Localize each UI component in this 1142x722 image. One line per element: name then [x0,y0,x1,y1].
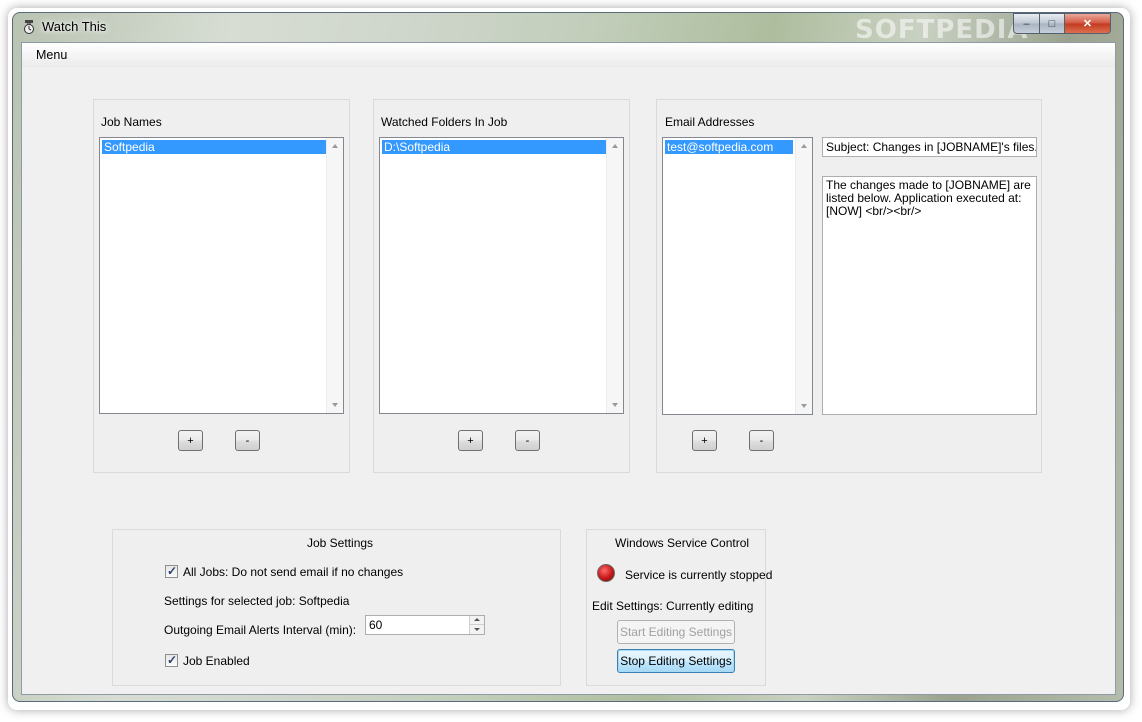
add-email-button[interactable]: + [692,430,717,451]
watched-folders-label: Watched Folders In Job [381,115,508,129]
spin-down-button[interactable] [470,626,484,634]
stop-editing-button[interactable]: Stop Editing Settings [617,649,735,673]
status-indicator-icon [597,564,615,582]
list-item[interactable]: Softpedia [102,140,326,154]
job-names-group: Job Names Softpedia + - [93,99,350,473]
checkmark-icon: ✓ [167,564,178,578]
remove-job-button[interactable]: - [235,430,260,451]
email-subject-field[interactable]: Subject: Changes in [JOBNAME]'s files. [822,137,1037,157]
service-control-title: Windows Service Control [615,536,750,550]
list-item[interactable]: D:\Softpedia [382,140,606,154]
job-enabled-checkbox[interactable]: ✓ [165,653,178,667]
scroll-up-icon[interactable] [801,144,807,148]
spin-up-icon [474,618,480,621]
maximize-button[interactable]: □ [1039,13,1065,34]
scrollbar[interactable] [795,138,812,414]
email-addresses-group: Email Addresses test@softpedia.com Subje… [656,99,1042,473]
job-names-label: Job Names [101,115,162,129]
edit-status-text: Edit Settings: Currently editing [592,599,754,613]
watched-folders-group: Watched Folders In Job D:\Softpedia + - [373,99,630,473]
all-jobs-label[interactable]: All Jobs: Do not send email if no change… [183,565,403,579]
job-settings-title: Job Settings [307,536,374,550]
spin-up-button[interactable] [470,616,484,625]
email-addresses-label: Email Addresses [665,115,755,129]
scrollbar[interactable] [606,138,623,413]
scroll-up-icon[interactable] [332,144,338,148]
menu-item-menu[interactable]: Menu [36,48,67,62]
list-item[interactable]: test@softpedia.com [665,140,793,154]
interval-stepper[interactable]: 60 [365,615,485,635]
service-status-text: Service is currently stopped [625,568,773,582]
remove-folder-button[interactable]: - [515,430,540,451]
scroll-up-icon[interactable] [612,144,618,148]
minimize-button[interactable]: – [1013,13,1040,34]
selected-job-text: Settings for selected job: Softpedia [164,594,350,608]
interval-label: Outgoing Email Alerts Interval (min): [164,623,357,637]
add-job-button[interactable]: + [178,430,203,451]
watermark: SOFTPEDIA [855,15,1029,45]
scrollbar[interactable] [326,138,343,413]
job-enabled-label[interactable]: Job Enabled [183,654,250,668]
job-names-list[interactable]: Softpedia [99,137,344,414]
checkmark-icon: ✓ [167,653,178,667]
window-title: Watch This [42,19,107,34]
watched-folders-list[interactable]: D:\Softpedia [379,137,624,414]
app-window: Watch This SOFTPEDIA – □ ✕ Menu Job Name… [12,12,1124,702]
interval-value[interactable]: 60 [369,618,382,632]
service-control-group: Windows Service Control Service is curre… [586,529,772,686]
client-area: Menu Job Names Softpedia + - Watched Fol… [21,42,1116,695]
job-settings-group: Job Settings ✓ All Jobs: Do not send ema… [112,529,561,686]
spin-down-icon [474,628,480,631]
interval-spin-buttons[interactable] [469,616,484,634]
close-button[interactable]: ✕ [1064,13,1111,34]
email-body-field[interactable]: The changes made to [JOBNAME] are listed… [822,176,1037,415]
app-icon [24,20,34,34]
scroll-down-icon[interactable] [612,403,618,407]
start-editing-button[interactable]: Start Editing Settings [617,620,735,644]
remove-email-button[interactable]: - [749,430,774,451]
scroll-down-icon[interactable] [801,404,807,408]
all-jobs-checkbox[interactable]: ✓ [165,564,178,578]
menu-bar: Menu [22,43,1115,67]
scroll-down-icon[interactable] [332,403,338,407]
title-bar[interactable]: Watch This SOFTPEDIA – □ ✕ [13,13,1123,45]
email-addresses-list[interactable]: test@softpedia.com [662,137,813,415]
add-folder-button[interactable]: + [458,430,483,451]
